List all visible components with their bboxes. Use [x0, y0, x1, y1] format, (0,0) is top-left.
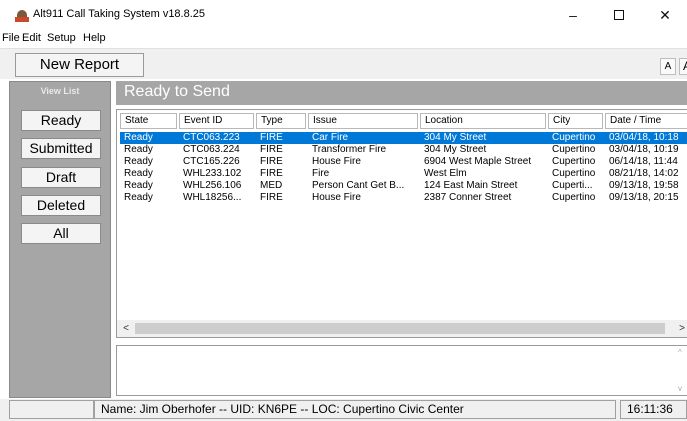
detail-text-area[interactable]: ^ v — [116, 345, 687, 396]
scroll-thumb[interactable] — [135, 323, 665, 334]
column-header-event-id[interactable]: Event ID — [179, 113, 254, 129]
table-header: State Event ID Type Issue Location City … — [120, 113, 687, 129]
cell-location: West Elm — [424, 168, 467, 179]
cell-issue: Person Cant Get B... — [312, 180, 405, 191]
menu-help[interactable]: Help — [83, 32, 106, 44]
column-header-type[interactable]: Type — [256, 113, 306, 129]
cell-state: Ready — [124, 180, 153, 191]
status-user-info: Name: Jim Oberhofer -- UID: KN6PE -- LOC… — [94, 400, 616, 419]
cell-event-id: CTC165.226 — [183, 156, 240, 167]
view-list-panel: View List Ready Submitted Draft Deleted … — [9, 81, 111, 398]
maximize-icon — [614, 10, 624, 21]
status-bar: Name: Jim Oberhofer -- UID: KN6PE -- LOC… — [0, 399, 687, 421]
cell-city: Cupertino — [552, 132, 596, 143]
section-title: Ready to Send — [124, 83, 230, 100]
menu-file[interactable]: File — [2, 32, 20, 44]
cell-city: Cupertino — [552, 156, 596, 167]
cell-type: MED — [260, 180, 283, 191]
cell-issue: Fire — [312, 168, 330, 179]
cell-event-id: CTC063.224 — [183, 144, 240, 155]
title-bar: Alt911 Call Taking System v18.8.25 – ✕ — [0, 0, 687, 30]
cell-location: 304 My Street — [424, 132, 487, 143]
column-header-issue[interactable]: Issue — [308, 113, 418, 129]
cell-issue: Car Fire — [312, 132, 349, 143]
cell-city: Cupertino — [552, 192, 596, 203]
cell-city: Cupertino — [552, 168, 596, 179]
font-larger-button[interactable]: A — [679, 58, 687, 75]
menu-edit[interactable]: Edit — [22, 32, 41, 44]
reports-table: State Event ID Type Issue Location City … — [116, 109, 687, 338]
table-row[interactable]: Ready CTC063.223 FIRE Car Fire 304 My Street… — [120, 132, 687, 144]
cell-type: FIRE — [260, 168, 283, 179]
cell-state: Ready — [124, 144, 153, 155]
app-logo-icon — [15, 9, 29, 22]
table-row[interactable]: Ready CTC063.224 FIRE Transformer Fire 304 M… — [120, 144, 687, 156]
column-header-state[interactable]: State — [120, 113, 177, 129]
view-deleted-button[interactable]: Deleted — [21, 195, 101, 216]
cell-location: 2387 Conner Street — [424, 192, 512, 203]
scroll-up-arrow-icon[interactable]: ^ — [678, 348, 687, 358]
cell-state: Ready — [124, 156, 153, 167]
table-row[interactable]: Ready WHL256.106 MED Person Cant Get B... 12… — [120, 180, 687, 192]
cell-state: Ready — [124, 168, 153, 179]
view-ready-button[interactable]: Ready — [21, 110, 101, 131]
font-smaller-button[interactable]: A — [660, 58, 676, 75]
cell-event-id: CTC063.223 — [183, 132, 240, 143]
table-row[interactable]: Ready CTC165.226 FIRE House Fire 6904 West M… — [120, 156, 687, 168]
cell-city: Cupertino — [552, 144, 596, 155]
menu-bar: File Edit Setup Help — [0, 30, 687, 48]
cell-issue: House Fire — [312, 156, 361, 167]
cell-date-time: 09/13/18, 20:15 — [609, 192, 679, 203]
cell-date-time: 09/13/18, 19:58 — [609, 180, 679, 191]
new-report-button[interactable]: New Report — [15, 53, 144, 77]
minimize-button[interactable]: – — [550, 0, 596, 30]
cell-state: Ready — [124, 132, 153, 143]
cell-type: FIRE — [260, 132, 283, 143]
cell-type: FIRE — [260, 192, 283, 203]
cell-date-time: 06/14/18, 11:44 — [609, 156, 678, 167]
toolbar: New Report A A — [0, 48, 687, 79]
scroll-left-arrow-icon[interactable]: < — [119, 320, 133, 337]
table-row[interactable]: Ready WHL233.102 FIRE Fire West Elm Cupertino… — [120, 168, 687, 180]
cell-location: 304 My Street — [424, 144, 487, 155]
cell-state: Ready — [124, 192, 153, 203]
scroll-down-arrow-icon[interactable]: v — [678, 384, 687, 394]
view-draft-button[interactable]: Draft — [21, 167, 101, 188]
horizontal-scrollbar[interactable]: < > — [117, 320, 687, 337]
scroll-right-arrow-icon[interactable]: > — [676, 320, 687, 337]
window-title: Alt911 Call Taking System v18.8.25 — [33, 8, 206, 20]
status-panel-left — [9, 400, 94, 419]
cell-location: 6904 West Maple Street — [424, 156, 532, 167]
maximize-button[interactable] — [596, 0, 642, 30]
column-header-city[interactable]: City — [548, 113, 603, 129]
cell-type: FIRE — [260, 144, 283, 155]
column-header-location[interactable]: Location — [420, 113, 546, 129]
cell-date-time: 08/21/18, 14:02 — [609, 168, 679, 179]
cell-date-time: 03/04/18, 10:19 — [609, 144, 679, 155]
table-row[interactable]: Ready WHL18256... FIRE House Fire 2387 Conne… — [120, 192, 687, 204]
view-all-button[interactable]: All — [21, 223, 101, 244]
cell-location: 124 East Main Street — [424, 180, 518, 191]
cell-date-time: 03/04/18, 10:18 — [609, 132, 679, 143]
cell-issue: Transformer Fire — [312, 144, 387, 155]
view-list-title: View List — [40, 86, 80, 96]
column-header-date-time[interactable]: Date / Time — [605, 113, 687, 129]
cell-type: FIRE — [260, 156, 283, 167]
cell-issue: House Fire — [312, 192, 361, 203]
view-submitted-button[interactable]: Submitted — [21, 138, 101, 159]
status-clock: 16:11:36 — [620, 400, 687, 419]
section-header: Ready to Send — [116, 81, 687, 105]
cell-event-id: WHL18256... — [183, 192, 242, 203]
menu-setup[interactable]: Setup — [47, 32, 76, 44]
cell-event-id: WHL256.106 — [183, 180, 242, 191]
cell-city: Cuperti... — [552, 180, 593, 191]
close-button[interactable]: ✕ — [642, 0, 687, 30]
cell-event-id: WHL233.102 — [183, 168, 242, 179]
